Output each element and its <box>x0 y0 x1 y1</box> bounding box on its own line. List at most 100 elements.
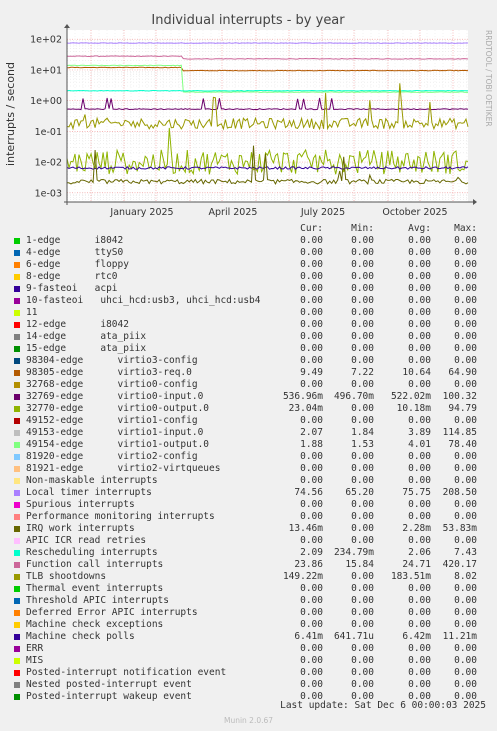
legend-item: Threshold APIC interrupts 0.00 0.00 0.00 0.0… <box>12 595 492 607</box>
legend-min: 0.00 <box>351 355 374 366</box>
legend-item: 81920-edge virtio2-config 0.00 0.00 0.00 0.0… <box>12 451 492 463</box>
legend-max: 0.00 <box>454 343 477 354</box>
legend-item: Performance monitoring interrupts 0.00 0.0… <box>12 511 492 523</box>
legend-swatch <box>14 598 20 604</box>
legend-min: 0.00 <box>351 571 374 582</box>
legend-label: Threshold APIC interrupts <box>26 595 169 606</box>
legend-item: 4-edge ttyS0 0.00 0.00 0.00 0.00 <box>12 247 492 259</box>
legend-label: 11 <box>26 307 38 318</box>
legend-swatch <box>14 418 20 424</box>
legend-max: 0.00 <box>454 451 477 462</box>
legend-max: 11.21m <box>442 631 477 642</box>
legend-label: Thermal event interrupts <box>26 583 164 594</box>
legend-label: 8-edge rtc0 <box>26 271 118 282</box>
legend-swatch <box>14 514 20 520</box>
legend-min: 0.00 <box>351 307 374 318</box>
legend-item: 1-edge i8042 0.00 0.00 0.00 0.00 <box>12 235 492 247</box>
legend-min: 0.00 <box>351 619 374 630</box>
legend-swatch <box>14 550 20 556</box>
legend-swatch <box>14 478 20 484</box>
legend-max: 8.02 <box>454 571 477 582</box>
legend-min: 0.00 <box>351 667 374 678</box>
legend-swatch <box>14 454 20 460</box>
legend-swatch <box>14 274 20 280</box>
legend-min: 0.00 <box>351 247 374 258</box>
legend-swatch <box>14 658 20 664</box>
legend-max: 94.79 <box>448 403 477 414</box>
rrdtool-credit: RRDTOOL / TOBI OETIKER <box>484 30 493 127</box>
legend-max: 208.50 <box>442 487 477 498</box>
legend-item: Rescheduling interrupts 2.09 234.79m 2.06 7.… <box>12 547 492 559</box>
y-axis-label: interrupts / second <box>4 62 17 166</box>
legend-item: Machine check exceptions 0.00 0.00 0.00 0.00 <box>12 619 492 631</box>
legend-swatch <box>14 250 20 256</box>
legend-swatch <box>14 298 20 304</box>
legend-max: 0.00 <box>454 583 477 594</box>
legend-item: Nested posted-interrupt event 0.00 0.00 0.0… <box>12 679 492 691</box>
legend-max: 0.00 <box>454 283 477 294</box>
legend-max: 0.00 <box>454 655 477 666</box>
legend-swatch <box>14 442 20 448</box>
legend-swatch <box>14 358 20 364</box>
legend-label: Nested posted-interrupt event <box>26 679 192 690</box>
legend-min: 0.00 <box>351 523 374 534</box>
legend-label: 4-edge ttyS0 <box>26 247 124 258</box>
legend-item: 49153-edge virtio1-input.0 2.07 1.84 3.89 11… <box>12 427 492 439</box>
legend-max: 0.00 <box>454 271 477 282</box>
y-tick-label: 1e-02 <box>35 158 62 169</box>
legend-label: 32770-edge virtio0-output.0 <box>26 403 210 414</box>
legend-min: 0.00 <box>351 451 374 462</box>
legend-min: 496.70m <box>333 391 374 402</box>
legend-item: 98305-edge virtio3-req.0 9.49 7.22 10.64 64.… <box>12 367 492 379</box>
legend-swatch <box>14 286 20 292</box>
y-tick-label: 1e+02 <box>30 35 62 46</box>
legend-label: Posted-interrupt notification event <box>26 667 227 678</box>
legend-max: 7.43 <box>454 547 477 558</box>
legend-min: 0.00 <box>351 343 374 354</box>
legend-swatch <box>14 538 20 544</box>
legend-item: 14-edge ata_piix 0.00 0.00 0.00 0.00 <box>12 331 492 343</box>
x-tick-label: July 2025 <box>300 207 345 218</box>
legend-swatch <box>14 670 20 676</box>
legend-min: 0.00 <box>351 463 374 474</box>
legend-swatch <box>14 262 20 268</box>
y-tick-label: 1e-01 <box>35 127 62 138</box>
legend-swatch <box>14 586 20 592</box>
legend-item: MIS 0.00 0.00 0.00 0.00 <box>12 655 492 667</box>
legend-item: Thermal event interrupts 0.00 0.00 0.00 0.00 <box>12 583 492 595</box>
legend-label: IRQ work interrupts <box>26 523 135 534</box>
legend-label: 49152-edge virtio1-config <box>26 415 198 426</box>
legend-min: 0.00 <box>351 583 374 594</box>
legend-label: 15-edge ata_piix <box>26 343 147 354</box>
legend-max: 0.00 <box>454 247 477 258</box>
legend-item: Machine check polls 6.41m 641.71u 6.42m 11.2… <box>12 631 492 643</box>
legend-item: IRQ work interrupts 13.46m 0.00 2.28m 53.83m <box>12 523 492 535</box>
legend-swatch <box>14 502 20 508</box>
chart: Individual interrupts - by year interrup… <box>4 13 493 218</box>
legend-min: 65.20 <box>345 487 374 498</box>
legend-swatch <box>14 334 20 340</box>
legend-item: 8-edge rtc0 0.00 0.00 0.00 0.00 <box>12 271 492 283</box>
legend-swatch <box>14 466 20 472</box>
legend-max: 64.90 <box>448 367 477 378</box>
legend-min: 0.00 <box>351 535 374 546</box>
legend-item: 10-fasteoi uhci_hcd:usb3, uhci_hcd:usb4 0… <box>12 295 492 307</box>
legend-swatch <box>14 406 20 412</box>
legend-max: 0.00 <box>454 679 477 690</box>
legend-max: 0.00 <box>454 319 477 330</box>
legend-max: 0.00 <box>454 643 477 654</box>
chart-title: Individual interrupts - by year <box>151 13 345 28</box>
legend-item: Spurious interrupts 0.00 0.00 0.00 0.00 <box>12 499 492 511</box>
legend-max: 100.32 <box>442 391 477 402</box>
legend-min: 234.79m <box>333 547 374 558</box>
legend-max: 53.83m <box>442 523 477 534</box>
legend-item: 6-edge floppy 0.00 0.00 0.00 0.00 <box>12 259 492 271</box>
legend-swatch <box>14 238 20 244</box>
legend-label: MIS <box>26 655 44 666</box>
legend: Cur: Min: Avg: Max: 1-edge i8042 0.00 0.00… <box>12 223 492 703</box>
legend-max: 0.00 <box>454 619 477 630</box>
munin-version: Munin 2.0.67 <box>223 716 274 725</box>
legend-label: 12-edge i8042 <box>26 319 129 330</box>
legend-max: 0.00 <box>454 379 477 390</box>
legend-swatch <box>14 646 20 652</box>
